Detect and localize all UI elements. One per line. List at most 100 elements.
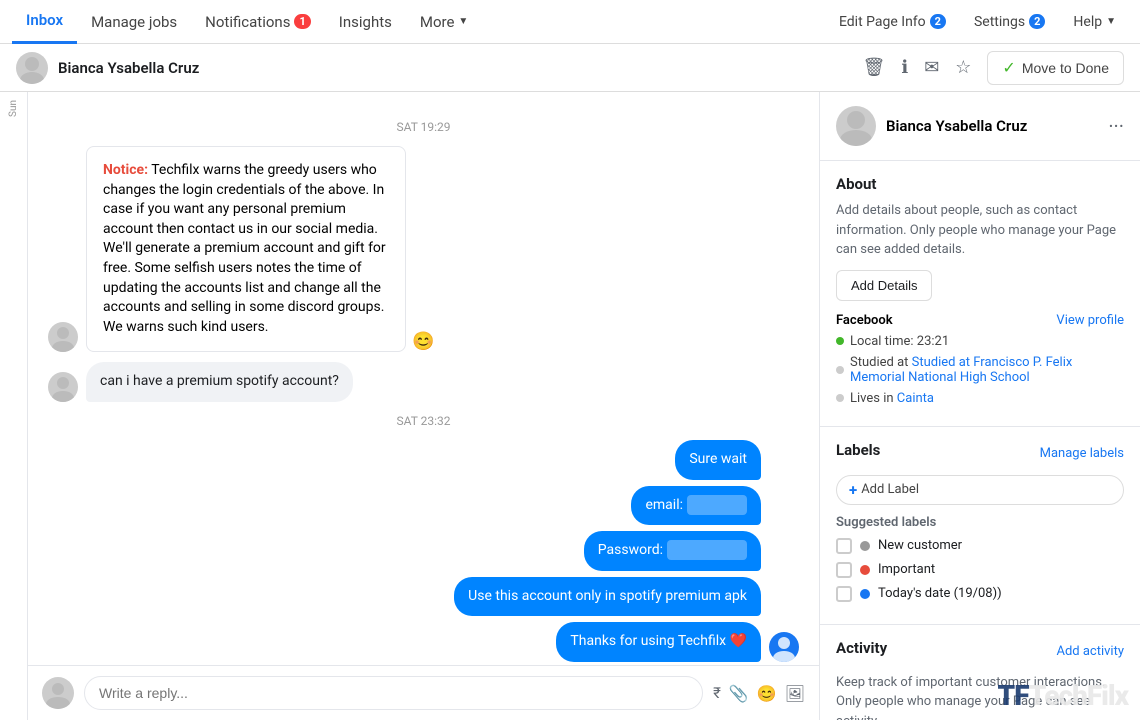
out-bubble-1: Sure wait: [675, 440, 761, 480]
edit-page-badge: 2: [930, 14, 946, 29]
message-row: can i have a premium spotify account?: [48, 362, 799, 402]
out-msg-2: email:: [645, 497, 683, 513]
add-label-button[interactable]: + Add Label: [836, 475, 1124, 505]
studied-dot: [836, 366, 844, 374]
nav-notifications-label: Notifications: [205, 13, 290, 31]
view-profile-link[interactable]: View profile: [1056, 313, 1124, 328]
out-avatar: [769, 632, 799, 662]
emoji-icon[interactable]: 😊: [757, 684, 777, 703]
studied-link[interactable]: Studied at Francisco P. Felix Memorial N…: [850, 355, 1072, 385]
nav-settings[interactable]: Settings 2: [962, 0, 1057, 44]
out-bubble-2: email:: [631, 486, 761, 526]
lives-dot: [836, 394, 844, 402]
move-to-done-button[interactable]: ✓ Move to Done: [987, 51, 1124, 85]
label-name-1: New customer: [878, 538, 962, 553]
right-panel: Bianca Ysabella Cruz ··· About Add detai…: [820, 92, 1140, 720]
suggested-labels-title: Suggested labels: [836, 515, 1124, 530]
about-title: About: [836, 175, 1124, 193]
emoji-reaction-btn[interactable]: 😊: [412, 331, 434, 352]
nav-edit-page-label: Edit Page Info: [839, 14, 926, 30]
activity-title: Activity: [836, 639, 887, 657]
label-name-2: Important: [878, 562, 935, 577]
message-row-out: Sure wait email: Password: Use this acco…: [48, 440, 799, 662]
about-section: About Add details about people, such as …: [820, 161, 1140, 427]
labels-section: Labels Manage labels + Add Label Suggest…: [820, 427, 1140, 625]
out-msg-5: Thanks for using Techfilx ❤️: [570, 633, 747, 649]
nav-insights[interactable]: Insights: [325, 0, 406, 44]
day-label: Sun: [8, 100, 19, 117]
star-icon[interactable]: ☆: [955, 57, 971, 78]
sender-avatar-2: [48, 372, 78, 402]
local-time: Local time: 23:21: [850, 334, 949, 349]
facebook-row: Facebook View profile: [836, 313, 1124, 328]
delete-icon[interactable]: 🗑: [862, 57, 885, 78]
add-activity-link[interactable]: Add activity: [1056, 644, 1124, 659]
chat-area: SAT 19:29 Notice: Techfilx warns the gre…: [28, 92, 820, 720]
contact-avatar: [16, 52, 48, 84]
nav-insights-label: Insights: [339, 13, 392, 31]
labels-title: Labels: [836, 441, 880, 459]
plus-icon: +: [849, 481, 857, 499]
activity-header: Activity Add activity: [836, 639, 1124, 665]
add-details-button[interactable]: Add Details: [836, 270, 932, 301]
nav-left: Inbox Manage jobs Notifications 1 Insigh…: [12, 0, 482, 44]
top-nav: Inbox Manage jobs Notifications 1 Insigh…: [0, 0, 1140, 44]
move-to-done-label: Move to Done: [1022, 60, 1109, 76]
reply-input[interactable]: [84, 676, 703, 710]
info-icon[interactable]: ℹ: [901, 57, 908, 78]
main: Sun SAT 19:29 Notice: Techfilx warns the…: [0, 92, 1140, 720]
attach-icon[interactable]: 📎: [729, 684, 749, 703]
image-icon[interactable]: 🖼: [785, 684, 805, 703]
label-dot-2: [860, 565, 870, 575]
label-checkbox-1[interactable]: [836, 538, 852, 554]
user-msg-1: can i have a premium spotify account?: [100, 373, 339, 389]
nav-inbox[interactable]: Inbox: [12, 0, 77, 44]
input-area: ₹ 📎 😊 🖼: [28, 665, 819, 720]
nav-help-label: Help: [1073, 14, 1102, 30]
nav-more[interactable]: More ▼: [406, 0, 482, 44]
sub-header-actions: 🗑 ℹ ✉ ☆ ✓ Move to Done: [862, 51, 1124, 85]
nav-manage-jobs[interactable]: Manage jobs: [77, 0, 191, 44]
nav-settings-label: Settings: [974, 14, 1025, 30]
labels-header: Labels Manage labels: [836, 441, 1124, 467]
nav-inbox-label: Inbox: [26, 11, 63, 29]
settings-badge: 2: [1029, 14, 1045, 29]
lives-link[interactable]: Cainta: [897, 391, 934, 406]
nav-manage-jobs-label: Manage jobs: [91, 13, 177, 31]
input-actions: ₹ 📎 😊 🖼: [713, 684, 805, 703]
nav-right: Edit Page Info 2 Settings 2 Help ▼: [827, 0, 1128, 44]
nav-more-label: More: [420, 13, 455, 31]
facebook-label: Facebook: [836, 313, 893, 328]
out-msg-1: Sure wait: [689, 451, 747, 467]
nav-edit-page[interactable]: Edit Page Info 2: [827, 0, 958, 44]
notice-title: Notice:: [103, 162, 148, 178]
label-checkbox-3[interactable]: [836, 586, 852, 602]
notice-bubble: Notice: Techfilx warns the greedy users …: [86, 146, 406, 352]
nav-notifications[interactable]: Notifications 1: [191, 0, 325, 44]
studied-row: Studied at Studied at Francisco P. Felix…: [836, 355, 1124, 385]
activity-desc: Keep track of important customer interac…: [836, 673, 1124, 720]
rupee-icon: ₹: [713, 684, 721, 702]
label-checkbox-2[interactable]: [836, 562, 852, 578]
email-icon[interactable]: ✉: [924, 57, 939, 78]
conversation-list: Sun: [0, 92, 28, 720]
sender-avatar: [48, 322, 78, 352]
out-bubble-5: Thanks for using Techfilx ❤️: [556, 622, 761, 662]
local-time-row: Local time: 23:21: [836, 334, 1124, 349]
right-panel-header: Bianca Ysabella Cruz ···: [820, 92, 1140, 161]
about-desc: Add details about people, such as contac…: [836, 201, 1124, 260]
manage-labels-link[interactable]: Manage labels: [1040, 446, 1124, 461]
label-item-1: New customer: [836, 538, 1124, 554]
my-avatar: [42, 677, 74, 709]
notice-body: Techfilx warns the greedy users who chan…: [103, 162, 386, 335]
check-icon: ✓: [1002, 58, 1015, 78]
out-bubble-3: Password:: [584, 531, 761, 571]
out-bubble-4: Use this account only in spotify premium…: [454, 577, 761, 617]
out-msg-4: Use this account only in spotify premium…: [468, 588, 747, 604]
notifications-badge: 1: [294, 14, 310, 29]
nav-help[interactable]: Help ▼: [1061, 0, 1128, 44]
label-name-3: Today's date (19/08)): [878, 586, 1002, 601]
rp-more-button[interactable]: ···: [1108, 114, 1124, 138]
studied-text: Studied at Studied at Francisco P. Felix…: [850, 355, 1124, 385]
label-item-3: Today's date (19/08)): [836, 586, 1124, 602]
